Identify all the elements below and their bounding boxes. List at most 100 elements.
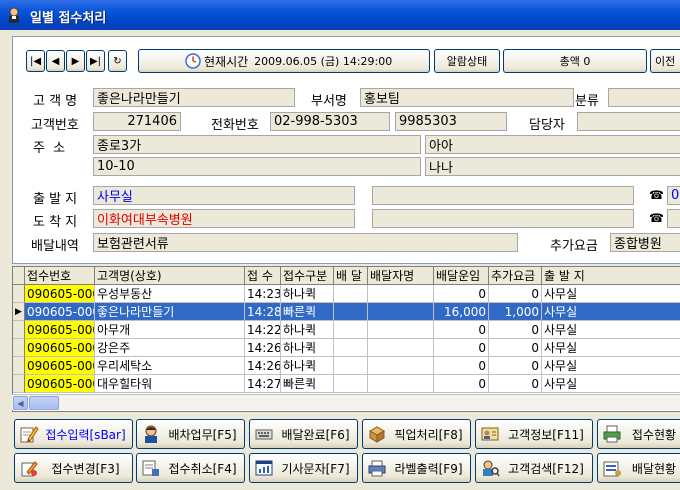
table-row-selected[interactable]: ▶ 090605-0002 좋은나라만들기 14:28 빠른퀵 16,000 1… bbox=[13, 303, 680, 321]
order-change-button[interactable]: 접수변경[F3] bbox=[14, 453, 133, 483]
col-header-delivery[interactable]: 배 달 bbox=[334, 267, 368, 285]
delivery-details-field[interactable]: 보험관련서류 bbox=[93, 233, 518, 252]
cell-extra: 0 bbox=[489, 285, 542, 303]
table-row[interactable]: 090605-0003 아무개 14:22 하나퀵 0 0 사무실 bbox=[13, 321, 680, 339]
horizontal-scrollbar[interactable]: ◀ bbox=[12, 394, 680, 410]
box-icon bbox=[368, 426, 386, 443]
cell-delivery bbox=[334, 285, 368, 303]
col-header-time[interactable]: 접 수 bbox=[245, 267, 281, 285]
refresh-icon: ↻ bbox=[113, 55, 122, 67]
order-status-label: 접수현황 bbox=[631, 427, 677, 442]
row-indicator-header bbox=[13, 267, 25, 285]
customer-info-button[interactable]: 고객정보[F11] bbox=[475, 419, 593, 449]
origin-phone-field[interactable]: 06 bbox=[667, 186, 680, 205]
table-row[interactable]: 090605-0001 우성부동산 14:23 하나퀵 0 0 사무실 bbox=[13, 285, 680, 303]
order-entry-button[interactable]: 접수입력[sBar] bbox=[14, 419, 133, 449]
edit-icon bbox=[21, 461, 38, 477]
cell-order-no: 090605-0003 bbox=[25, 321, 95, 339]
origin-extra-field[interactable] bbox=[372, 186, 634, 205]
col-header-order-no[interactable]: 접수번호 bbox=[25, 267, 95, 285]
cell-extra: 1,000 bbox=[489, 303, 542, 321]
customer-search-button[interactable]: 고객검색[F12] bbox=[475, 453, 593, 483]
col-header-type[interactable]: 접수구분 bbox=[281, 267, 334, 285]
cell-type: 빠른퀵 bbox=[281, 375, 334, 393]
cell-order-no: 090605-0002 bbox=[25, 303, 95, 321]
order-change-label: 접수변경[F3] bbox=[51, 461, 120, 476]
next-icon: ▶ bbox=[71, 55, 80, 67]
col-header-customer[interactable]: 고객명(상호) bbox=[95, 267, 245, 285]
cell-type: 빠른퀵 bbox=[281, 303, 334, 321]
cell-time: 14:26 bbox=[245, 339, 281, 357]
cell-origin: 사무실 bbox=[542, 339, 680, 357]
table-row[interactable]: 090605-0006 대우힐타워 14:27 빠른퀵 0 0 사무실 bbox=[13, 375, 680, 393]
phone-field[interactable]: 02-998-5303 bbox=[270, 112, 390, 131]
destination-field[interactable]: 이화여대부속병원 bbox=[93, 209, 355, 228]
address-line2-field[interactable]: 10-10 bbox=[93, 157, 421, 176]
dispatch-button[interactable]: 배차업무[F5] bbox=[136, 419, 245, 449]
cell-extra: 0 bbox=[489, 339, 542, 357]
manager-label: 담당자 bbox=[529, 118, 565, 133]
address-line2b-field[interactable]: 나나 bbox=[425, 157, 680, 176]
table-row[interactable]: 090605-0004 강은주 14:26 하나퀵 0 0 사무실 bbox=[13, 339, 680, 357]
delivery-complete-button[interactable]: 배달완료[F6] bbox=[249, 419, 358, 449]
refresh-button[interactable]: ↻ bbox=[108, 50, 127, 72]
cell-type: 하나퀵 bbox=[281, 357, 334, 375]
col-header-origin[interactable]: 출 발 지 bbox=[542, 267, 680, 285]
current-time-button[interactable]: 현재시간 2009.06.05 (금) 14:29:00 bbox=[138, 49, 430, 73]
pickup-process-button[interactable]: 픽업처리[F8] bbox=[362, 419, 471, 449]
orders-grid: 접수번호 고객명(상호) 접 수 접수구분 배 달 배달자명 배달운임 추가요금… bbox=[12, 266, 680, 412]
department-label: 부서명 bbox=[311, 94, 347, 109]
dispatcher-person-icon bbox=[145, 425, 157, 443]
phone-label: 전화번호 bbox=[211, 118, 259, 133]
scroll-thumb[interactable] bbox=[29, 396, 59, 410]
alarm-status-button[interactable]: 알람상태 bbox=[434, 49, 500, 73]
prev-icon: ◀ bbox=[51, 55, 60, 67]
next-record-button[interactable]: ▶ bbox=[66, 50, 85, 72]
col-header-courier[interactable]: 배달자명 bbox=[368, 267, 434, 285]
address-line1-field[interactable]: 종로3가 bbox=[93, 135, 421, 154]
col-header-extra[interactable]: 추가요금 bbox=[489, 267, 542, 285]
total-amount-label: 총액 0 bbox=[559, 55, 591, 68]
origin-field[interactable]: 사무실 bbox=[93, 186, 355, 205]
cell-time: 14:22 bbox=[245, 321, 281, 339]
destination-extra-field[interactable] bbox=[372, 209, 634, 228]
cell-customer: 좋은나라만들기 bbox=[95, 303, 245, 321]
customer-number-field[interactable]: 271406 bbox=[93, 112, 181, 131]
driver-message-button[interactable]: 기사문자[F7] bbox=[249, 453, 358, 483]
manager-field[interactable] bbox=[577, 112, 680, 131]
customer-name-field[interactable]: 좋은나라만들기 bbox=[93, 88, 295, 107]
address-line1b-field[interactable]: 아아 bbox=[425, 135, 680, 154]
scroll-left-button[interactable]: ◀ bbox=[13, 396, 28, 410]
total-amount-button[interactable]: 총액 0 bbox=[503, 49, 647, 73]
row-indicator bbox=[13, 321, 25, 339]
order-cancel-label: 접수취소[F4] bbox=[168, 461, 237, 476]
first-icon: |◀ bbox=[29, 55, 42, 67]
first-record-button[interactable]: |◀ bbox=[26, 50, 45, 72]
prev-record-button[interactable]: ◀ bbox=[46, 50, 65, 72]
label-print-button[interactable]: 라벨출력[F9] bbox=[362, 453, 471, 483]
cancel-list-icon bbox=[142, 460, 159, 476]
order-status-button[interactable]: 접수현황 bbox=[597, 419, 680, 449]
id-card-icon bbox=[481, 427, 499, 441]
last-record-button[interactable]: ▶| bbox=[86, 50, 105, 72]
extra-fee-field[interactable]: 종합병원 bbox=[610, 233, 680, 252]
cell-origin: 사무실 bbox=[542, 303, 680, 321]
cell-time: 14:23 bbox=[245, 285, 281, 303]
destination-phone-field[interactable] bbox=[667, 209, 680, 228]
row-indicator bbox=[13, 339, 25, 357]
scroll-left-icon: ◀ bbox=[17, 398, 24, 408]
department-field[interactable]: 홍보팀 bbox=[360, 88, 574, 107]
category-field[interactable] bbox=[608, 88, 680, 107]
phone-ext-field[interactable]: 9985303 bbox=[395, 112, 507, 131]
delivery-status-button[interactable]: 배달현황 bbox=[597, 453, 680, 483]
cell-delivery bbox=[334, 339, 368, 357]
order-cancel-button[interactable]: 접수취소[F4] bbox=[136, 453, 245, 483]
table-row[interactable]: 090605-0005 우리세탁소 14:26 하나퀵 0 0 사무실 bbox=[13, 357, 680, 375]
col-header-fare[interactable]: 배달운임 bbox=[434, 267, 489, 285]
origin-phone-icon: ☎ bbox=[649, 188, 664, 202]
cell-order-no: 090605-0005 bbox=[25, 357, 95, 375]
cell-extra: 0 bbox=[489, 357, 542, 375]
previous-button[interactable]: 이전 bbox=[650, 49, 680, 73]
customer-name-label: 고 객 명 bbox=[33, 94, 78, 109]
cell-customer: 우리세탁소 bbox=[95, 357, 245, 375]
